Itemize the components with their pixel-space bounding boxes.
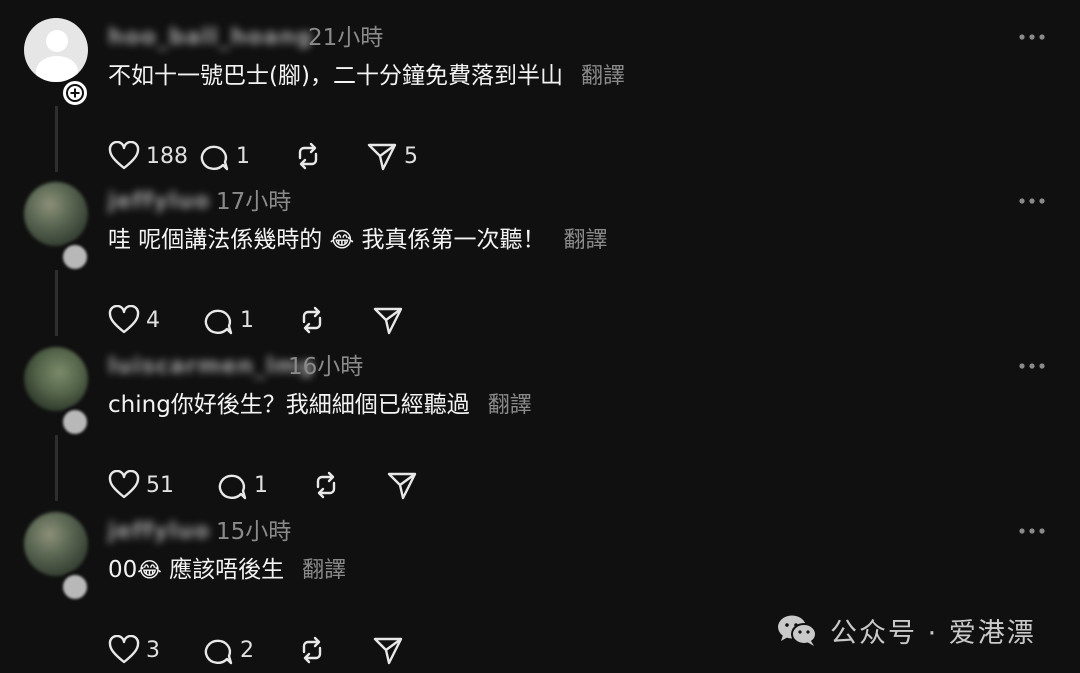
translate-link[interactable]: 翻譯: [563, 228, 607, 253]
post-text: 哇 呢個講法係幾時的: [108, 227, 323, 253]
wechat-icon: [778, 615, 817, 646]
repost-icon: [302, 306, 322, 334]
follow-badge[interactable]: [60, 572, 90, 602]
watermark-label: 公众号 · 爱港漂: [830, 617, 1036, 649]
follow-badge[interactable]: [60, 407, 90, 437]
reply-button[interactable]: 1: [216, 470, 310, 500]
reply-button[interactable]: 1: [202, 305, 296, 335]
like-count: 188: [146, 143, 188, 169]
reply-count: 2: [240, 637, 254, 663]
wechat-watermark: 公众号 · 爱港漂: [776, 608, 1036, 652]
post-text-continued: 應該唔後生: [169, 557, 285, 583]
more-dots-icon: [1019, 198, 1045, 204]
action-bar: 4 1: [108, 300, 404, 340]
repost-icon: [298, 142, 318, 170]
repost-button[interactable]: [296, 635, 372, 665]
avatar[interactable]: [24, 182, 88, 246]
post-content: 00😂 應該唔後生 翻譯: [108, 550, 346, 591]
translate-link[interactable]: 翻譯: [302, 558, 346, 583]
reply-button[interactable]: 1: [198, 141, 292, 171]
heart-icon: [108, 635, 140, 664]
laughing-emoji: 😂: [137, 558, 162, 582]
post-text: 00: [108, 557, 138, 583]
comment-icon: [200, 145, 229, 171]
like-button[interactable]: 51: [108, 470, 216, 500]
share-button[interactable]: 5: [366, 141, 418, 171]
like-count: 51: [146, 472, 174, 498]
username[interactable]: jeffyluo: [108, 182, 210, 222]
avatar[interactable]: [24, 18, 88, 82]
follow-badge[interactable]: [60, 78, 90, 108]
username[interactable]: jeffyluo: [108, 512, 210, 552]
post-content: 哇 呢個講法係幾時的 😂 我真係第一次聽！ 翻譯: [108, 220, 608, 261]
plus-icon: [66, 84, 84, 102]
share-button[interactable]: [372, 635, 404, 665]
post-text-continued: 我真係第一次聽！: [361, 227, 546, 253]
share-button[interactable]: [372, 305, 404, 335]
send-icon: [367, 143, 397, 171]
like-button[interactable]: 188: [108, 141, 198, 171]
post-content: 不如十一號巴士(腳)，二十分鐘免費落到半山 翻譯: [108, 56, 625, 97]
like-count: 3: [146, 637, 160, 663]
more-options-button[interactable]: [1014, 186, 1050, 216]
timestamp: 16小時: [288, 354, 364, 380]
more-dots-icon: [1019, 34, 1045, 40]
repost-button[interactable]: [296, 305, 372, 335]
comment-icon: [204, 639, 233, 665]
more-options-button[interactable]: [1014, 22, 1050, 52]
action-bar: 3 2: [108, 630, 404, 670]
thread-line: [55, 106, 58, 172]
more-options-button[interactable]: [1014, 516, 1050, 546]
reply-count: 1: [236, 143, 250, 169]
share-button[interactable]: [386, 470, 418, 500]
more-dots-icon: [1019, 528, 1045, 534]
repost-button[interactable]: [310, 470, 386, 500]
action-bar: 188 1 5: [108, 136, 418, 176]
avatar[interactable]: [24, 512, 88, 576]
translate-link[interactable]: 翻譯: [581, 64, 625, 89]
username[interactable]: hoo_ball_hoang: [108, 18, 313, 58]
reply-button[interactable]: 2: [202, 635, 296, 665]
threads-reply-feed: hoo_ball_hoang 21小時 不如十一號巴士(腳)，二十分鐘免費落到半…: [0, 0, 1080, 673]
share-count: 5: [404, 143, 418, 169]
reply-count: 1: [240, 307, 254, 333]
thread-line: [55, 270, 58, 336]
translate-link[interactable]: 翻譯: [488, 393, 532, 418]
post-text: 不如十一號巴士(腳)，二十分鐘免費落到半山: [108, 63, 563, 89]
comment-icon: [204, 309, 233, 335]
action-bar: 51 1: [108, 465, 418, 505]
send-icon: [373, 637, 403, 665]
heart-icon: [108, 305, 140, 334]
heart-icon: [108, 141, 140, 170]
repost-icon: [316, 471, 336, 499]
timestamp: 17小時: [216, 189, 292, 215]
repost-button[interactable]: [292, 141, 366, 171]
thread-line: [55, 435, 58, 501]
like-button[interactable]: 4: [108, 305, 202, 335]
post-content: ching你好後生？我細細個已經聽過 翻譯: [108, 385, 532, 426]
more-options-button[interactable]: [1014, 351, 1050, 381]
send-icon: [373, 307, 403, 335]
username[interactable]: luiscarmen_lmg: [108, 347, 315, 387]
post-text: ching你好後生？我細細個已經聽過: [108, 392, 470, 418]
timestamp: 21小時: [308, 25, 384, 51]
avatar[interactable]: [24, 347, 88, 411]
reply-count: 1: [254, 472, 268, 498]
like-button[interactable]: 3: [108, 635, 202, 665]
heart-icon: [108, 470, 140, 499]
comment-icon: [218, 474, 247, 500]
follow-badge[interactable]: [60, 242, 90, 272]
send-icon: [387, 472, 417, 500]
laughing-emoji: 😂: [329, 228, 355, 252]
more-dots-icon: [1019, 363, 1045, 369]
like-count: 4: [146, 307, 160, 333]
repost-icon: [302, 636, 322, 664]
timestamp: 15小時: [216, 519, 292, 545]
